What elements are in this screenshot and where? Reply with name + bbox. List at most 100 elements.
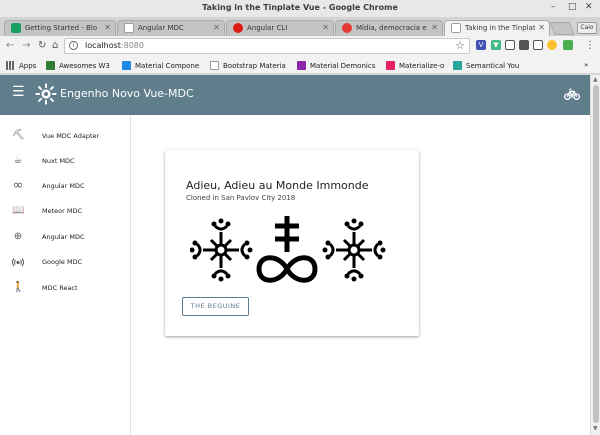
url-text: localhost:8080	[85, 41, 144, 50]
gear-sun-logo-icon	[35, 83, 57, 109]
window-titlebar: Taking in the Tinplate Vue - Google Chro…	[0, 0, 600, 17]
bookmark-bootstrap-material[interactable]: Bootstrap Materia	[210, 61, 286, 70]
back-icon[interactable]: ←	[6, 40, 14, 52]
bookmark-favicon-icon	[122, 61, 131, 70]
page-icon	[210, 61, 219, 70]
tab-close-icon[interactable]: ✕	[213, 23, 220, 32]
extension-v-icon[interactable]: V	[476, 40, 486, 50]
page-icon	[451, 23, 461, 33]
bookmark-material-components[interactable]: Material Compone	[122, 61, 199, 70]
drawer-item-label: Meteor MDC	[42, 207, 83, 215]
page-icon	[124, 23, 134, 33]
bookmark-favicon-icon	[297, 61, 306, 70]
maximize-button[interactable]: □	[568, 2, 577, 12]
bookmarks-overflow-icon[interactable]: »	[584, 61, 588, 69]
bookmark-semantical-you[interactable]: Semantical You	[453, 61, 519, 70]
new-tab-button[interactable]	[549, 22, 575, 35]
tab-label: Taking in the Tinplat	[465, 24, 535, 32]
drawer-item-label: Nuxt MDC	[42, 157, 75, 165]
app-title: Engenho Novo Vue-MDC	[60, 87, 194, 100]
coffee-icon: ☕	[13, 155, 23, 166]
tab-label: Getting Started - Blo	[25, 24, 98, 32]
reload-icon[interactable]: ↻	[38, 40, 46, 52]
bookmark-apps[interactable]: Apps	[6, 61, 36, 70]
forward-icon[interactable]: →	[22, 40, 30, 52]
card-media	[190, 216, 386, 283]
bookmark-star-icon[interactable]: ☆	[455, 39, 465, 52]
tab-angular-cli[interactable]: Angular CLI ✕	[226, 20, 334, 36]
tab-taking-in-tinplate[interactable]: Taking in the Tinplat ✕	[444, 20, 550, 36]
extension-moon-icon[interactable]	[547, 40, 557, 50]
vue-devtools-icon[interactable]: ▼	[491, 40, 501, 50]
menu-icon[interactable]: ☰	[12, 85, 25, 99]
bookmarks-bar: Apps Awesomes W3 Material Compone Bootst…	[0, 57, 600, 74]
window-title: Taking in the Tinplate Vue - Google Chro…	[202, 3, 398, 12]
main-content: Adieu, Adieu au Monde Immonde Cloned in …	[131, 115, 590, 435]
walk-icon: 🚶	[12, 282, 25, 293]
occitan-cross-icon	[322, 218, 386, 282]
tab-close-icon[interactable]: ✕	[104, 23, 111, 32]
scroll-up-icon[interactable]: ▲	[593, 76, 598, 83]
occitan-cross-icon	[190, 218, 253, 282]
gps-icon: ⊕	[13, 231, 23, 242]
extension-page-icon[interactable]	[505, 40, 515, 50]
top-app-bar: ☰ Engenho Novo Vue-MDC	[0, 75, 590, 115]
tab-close-icon[interactable]: ✕	[538, 23, 545, 32]
app-root: ☰ Engenho Novo Vue-MDC ⛏ Vue MDC Adapter…	[0, 75, 590, 435]
wifi-tethering-icon	[12, 256, 24, 268]
drawer-item-mdc-react[interactable]: 🚶 MDC React	[0, 277, 130, 302]
extension-grid-icon[interactable]	[519, 40, 529, 50]
infinity-icon: ∞	[12, 178, 24, 193]
angular-icon	[233, 23, 243, 33]
bookmark-favicon-icon	[386, 61, 395, 70]
bookmark-materialize[interactable]: Materialize-o	[386, 61, 444, 70]
bookmark-favicon-icon	[46, 61, 55, 70]
chrome-menu-icon[interactable]: ⋮	[585, 40, 595, 52]
tab-close-icon[interactable]: ✕	[322, 23, 329, 32]
extension-green-icon[interactable]	[563, 40, 573, 50]
the-beguine-button[interactable]: THE BEGUINE	[182, 297, 249, 316]
card-title: Adieu, Adieu au Monde Immonde	[186, 179, 369, 192]
bookmark-material-demonics[interactable]: Material Demonics	[297, 61, 375, 70]
content-card: Adieu, Adieu au Monde Immonde Cloned in …	[165, 150, 419, 336]
tab-label: Angular MDC	[138, 24, 184, 32]
address-bar[interactable]: i localhost:8080 ☆	[64, 38, 470, 54]
info-icon[interactable]: i	[69, 41, 78, 50]
tab-angular-mdc[interactable]: Angular MDC ✕	[117, 20, 225, 36]
drawer-item-label: Vue MDC Adapter	[42, 132, 100, 140]
bookmark-awesomes-w3[interactable]: Awesomes W3	[46, 61, 110, 70]
tab-midia-democracia[interactable]: Mídia, democracia e ✕	[335, 20, 443, 36]
site-icon	[342, 23, 352, 33]
drawer-item-label: Angular MDC	[42, 233, 85, 241]
drawer-item-google-mdc[interactable]: Google MDC	[0, 251, 130, 276]
page-scrollbar[interactable]: ▲ ▼	[590, 75, 600, 435]
pick-icon: ⛏	[12, 130, 25, 141]
drawer-item-meteor-mdc[interactable]: 📖 Meteor MDC	[0, 200, 130, 225]
minimize-button[interactable]: –	[551, 2, 556, 12]
tab-label: Angular CLI	[247, 24, 288, 32]
scroll-down-icon[interactable]: ▼	[593, 425, 598, 432]
drawer-item-nuxt-mdc[interactable]: ☕ Nuxt MDC	[0, 150, 130, 175]
browser-toolbar: ← → ↻ ⌂ i localhost:8080 ☆ V ▼ ⋮	[0, 36, 600, 57]
navigation-drawer: ⛏ Vue MDC Adapter ☕ Nuxt MDC ∞ Angular M…	[0, 115, 131, 435]
bookmark-favicon-icon	[453, 61, 462, 70]
drawer-item-angular-mdc[interactable]: ∞ Angular MDC	[0, 175, 130, 200]
profile-button[interactable]: Caio	[577, 22, 597, 34]
drawer-item-label: Google MDC	[42, 258, 83, 266]
extension-box-icon[interactable]	[533, 40, 543, 50]
tab-strip: Getting Started - Blo ✕ Angular MDC ✕ An…	[0, 17, 600, 36]
bike-icon[interactable]	[564, 86, 580, 105]
drawer-item-angular-mdc-2[interactable]: ⊕ Angular MDC	[0, 226, 130, 251]
book-icon: 📖	[12, 205, 25, 216]
home-icon[interactable]: ⌂	[52, 40, 58, 52]
drawer-item-label: MDC React	[42, 284, 78, 292]
tab-label: Mídia, democracia e	[356, 24, 427, 32]
tab-favicon	[11, 23, 21, 33]
apps-grid-icon	[6, 61, 15, 70]
tab-close-icon[interactable]: ✕	[431, 23, 438, 32]
close-window-button[interactable]: ✕	[585, 2, 593, 12]
scrollbar-thumb[interactable]	[593, 85, 599, 423]
drawer-item-vue-mdc-adapter[interactable]: ⛏ Vue MDC Adapter	[0, 125, 130, 150]
leviathan-cross-icon	[256, 216, 318, 283]
tab-getting-started[interactable]: Getting Started - Blo ✕	[4, 20, 116, 36]
